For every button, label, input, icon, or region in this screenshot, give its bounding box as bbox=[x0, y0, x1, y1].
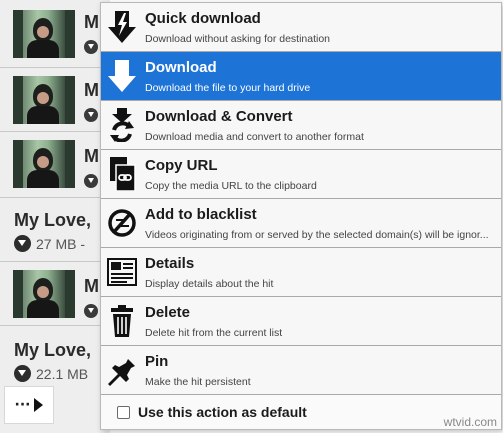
menu-item-label: Details bbox=[145, 255, 195, 272]
menu-item-delete[interactable]: Delete Delete hit from the current list bbox=[101, 297, 501, 346]
hit-title: My Love, bbox=[14, 210, 92, 230]
more-dots-label: ··· bbox=[14, 397, 31, 413]
menu-item-quick-download[interactable]: Quick download Download without asking f… bbox=[101, 3, 501, 52]
copy-url-icon bbox=[107, 156, 137, 192]
more-actions-button[interactable]: ··· bbox=[4, 386, 54, 424]
list-item[interactable]: M bbox=[0, 132, 110, 198]
list-item[interactable]: M bbox=[0, 0, 110, 68]
triangle-right-icon bbox=[34, 398, 44, 412]
hit-size: 27 MB - bbox=[36, 235, 86, 252]
convert-icon bbox=[107, 107, 137, 143]
trash-icon bbox=[107, 303, 137, 339]
download-arrow-icon bbox=[107, 58, 137, 94]
download-circle-icon bbox=[84, 304, 98, 318]
watermark: wtvid.com bbox=[443, 415, 497, 429]
list-item[interactable]: M bbox=[0, 262, 110, 326]
menu-item-description: Make the hit persistent bbox=[145, 376, 251, 388]
default-action-label: Use this action as default bbox=[138, 404, 307, 420]
hit-title: M bbox=[84, 12, 99, 32]
action-context-menu: Quick download Download without asking f… bbox=[100, 2, 502, 430]
menu-item-label: Copy URL bbox=[145, 157, 218, 174]
video-thumbnail bbox=[13, 140, 75, 188]
menu-item-description: Copy the media URL to the clipboard bbox=[145, 180, 317, 192]
list-item[interactable]: My Love, 27 MB - bbox=[0, 198, 110, 262]
menu-item-pin[interactable]: Pin Make the hit persistent bbox=[101, 346, 501, 395]
menu-item-description: Delete hit from the current list bbox=[145, 327, 283, 339]
menu-item-details[interactable]: Details Display details about the hit bbox=[101, 248, 501, 297]
menu-item-label: Download bbox=[145, 59, 217, 76]
hit-title: My Love, bbox=[14, 340, 92, 360]
blacklist-icon bbox=[107, 205, 137, 241]
list-item[interactable]: My Love, 22.1 MB bbox=[0, 326, 110, 386]
menu-item-label: Quick download bbox=[145, 10, 261, 27]
download-circle-icon bbox=[14, 235, 31, 252]
hit-title: M bbox=[84, 146, 99, 166]
menu-item-add-to-blacklist[interactable]: Add to blacklist Videos originating from… bbox=[101, 199, 501, 248]
video-thumbnail bbox=[13, 10, 75, 58]
pin-icon bbox=[107, 352, 137, 388]
menu-item-label: Add to blacklist bbox=[145, 206, 257, 223]
hits-list: M M M My Love, 27 MB - M My Love, 22.1 M… bbox=[0, 0, 110, 433]
quick-download-icon bbox=[107, 9, 137, 45]
hit-size: 22.1 MB bbox=[36, 365, 89, 382]
default-action-row[interactable]: Use this action as default bbox=[101, 395, 501, 429]
menu-item-label: Delete bbox=[145, 304, 191, 321]
menu-item-description: Download media and convert to another fo… bbox=[145, 131, 364, 143]
menu-item-description: Videos originating from or served by the… bbox=[145, 229, 489, 241]
details-icon bbox=[107, 254, 137, 290]
video-thumbnail bbox=[13, 76, 75, 124]
menu-item-description: Download the file to your hard drive bbox=[145, 82, 311, 94]
menu-item-copy-url[interactable]: Copy URL Copy the media URL to the clipb… bbox=[101, 150, 501, 199]
menu-item-download-convert[interactable]: Download & Convert Download media and co… bbox=[101, 101, 501, 150]
menu-item-label: Pin bbox=[145, 353, 169, 370]
hit-title: M bbox=[84, 80, 99, 100]
menu-item-description: Display details about the hit bbox=[145, 278, 274, 290]
menu-item-description: Download without asking for destination bbox=[145, 33, 331, 45]
download-circle-icon bbox=[84, 108, 98, 122]
menu-item-download[interactable]: Download Download the file to your hard … bbox=[101, 52, 501, 101]
video-thumbnail bbox=[13, 270, 75, 318]
download-circle-icon bbox=[14, 365, 31, 382]
download-circle-icon bbox=[84, 40, 98, 54]
menu-item-label: Download & Convert bbox=[145, 108, 293, 125]
download-circle-icon bbox=[84, 174, 98, 188]
list-item[interactable]: M bbox=[0, 68, 110, 132]
hit-title: M bbox=[84, 276, 99, 296]
default-action-checkbox[interactable] bbox=[117, 405, 130, 419]
